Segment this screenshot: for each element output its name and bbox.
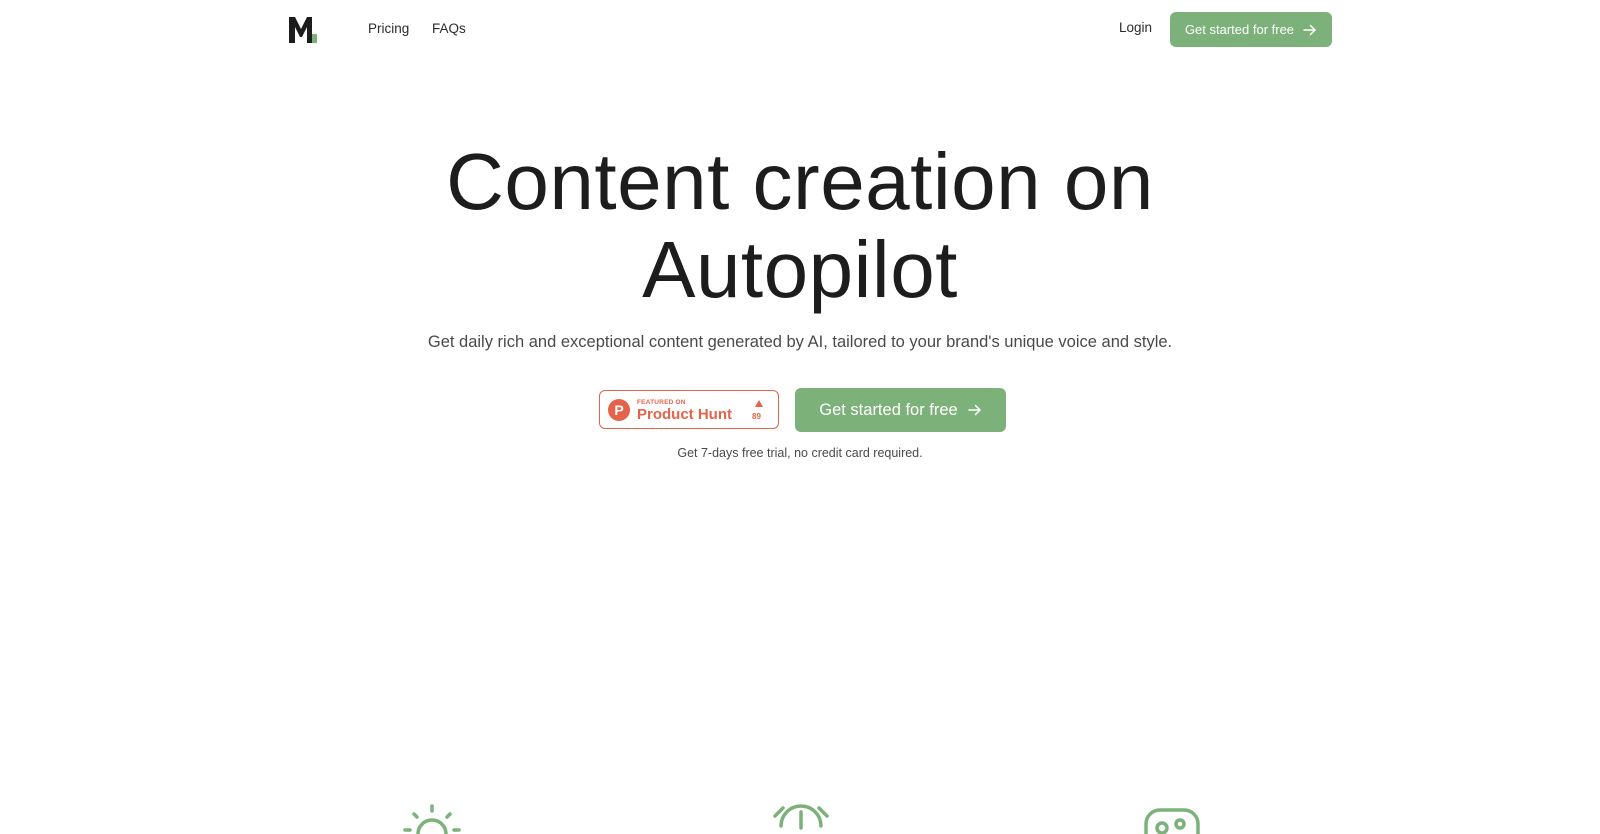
- brand-logo[interactable]: [289, 17, 317, 43]
- nav-get-started-label: Get started for free: [1184, 22, 1295, 37]
- hero-subtitle: Get daily rich and exceptional content g…: [427, 333, 1173, 351]
- hero-get-started-label: Get started for free: [819, 400, 958, 419]
- product-hunt-logo-icon: P: [608, 399, 630, 421]
- nav-get-started-button[interactable]: Get started for free: [1170, 12, 1332, 47]
- hero-title: Content creation on Autopilot: [0, 138, 1600, 314]
- arrow-right-icon: [1303, 24, 1316, 35]
- nav-link-faqs[interactable]: FAQs: [432, 20, 466, 38]
- alarm-clock-icon: [773, 804, 829, 830]
- product-hunt-upvote-count: 89: [752, 412, 761, 421]
- upvote-triangle-icon: [755, 400, 763, 407]
- nav-link-pricing[interactable]: Pricing: [368, 20, 409, 38]
- top-navigation: Pricing FAQs Login Get started for free: [0, 0, 1600, 58]
- gamepad-icon: [1144, 808, 1200, 834]
- hero-title-line-1: Content creation on: [446, 137, 1154, 226]
- hero-title-line-2: Autopilot: [642, 225, 958, 314]
- product-hunt-name: Product Hunt: [637, 406, 732, 423]
- hero-get-started-button[interactable]: Get started for free: [795, 388, 1006, 432]
- trial-note: Get 7-days free trial, no credit card re…: [677, 446, 923, 460]
- product-hunt-badge[interactable]: P FEATURED ON Product Hunt 89: [599, 390, 779, 429]
- sun-icon: [403, 804, 461, 834]
- product-hunt-featured-label: FEATURED ON: [637, 399, 686, 406]
- login-link[interactable]: Login: [1119, 19, 1152, 37]
- arrow-right-icon: [967, 404, 981, 416]
